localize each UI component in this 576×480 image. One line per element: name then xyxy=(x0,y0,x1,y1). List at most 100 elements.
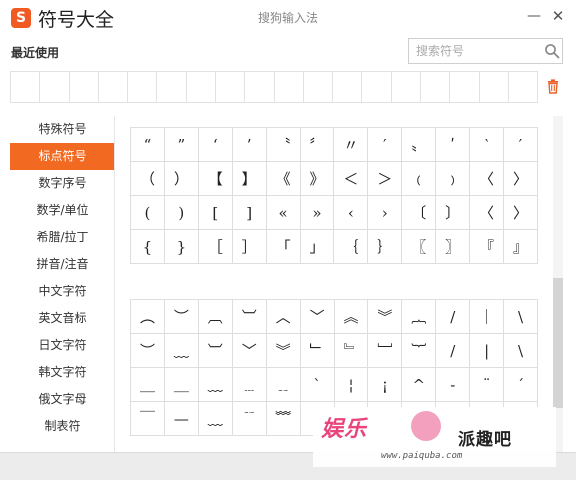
symbol-cell[interactable]: ︿ xyxy=(265,299,301,334)
symbol-cell[interactable]: ￣ xyxy=(130,401,165,436)
search-input[interactable] xyxy=(409,39,539,63)
symbol-cell[interactable]: ‹ xyxy=(333,195,369,230)
symbol-cell[interactable]: 〔 xyxy=(401,195,437,230)
symbol-cell[interactable]: ʹ xyxy=(435,127,471,162)
symbol-cell[interactable]: ＿ xyxy=(130,367,165,402)
symbol-cell[interactable]: ︽ xyxy=(333,299,369,334)
symbol-cell[interactable]: ＜ xyxy=(333,161,369,196)
recent-cell[interactable] xyxy=(333,72,363,102)
symbol-cell[interactable]: 》 xyxy=(299,161,335,196)
recent-cell[interactable] xyxy=(187,72,216,102)
symbol-cell[interactable]: 〟 xyxy=(401,127,437,162)
recent-cell[interactable] xyxy=(450,72,480,102)
search-icon[interactable] xyxy=(544,43,560,59)
symbol-cell[interactable]: ‘ xyxy=(197,127,233,162)
minimize-button[interactable]: — xyxy=(524,6,544,26)
symbol-cell[interactable]: — xyxy=(163,401,199,436)
symbol-cell[interactable]: （ xyxy=(130,161,165,196)
symbol-cell[interactable]: ︸ xyxy=(401,333,437,368)
symbol-cell[interactable]: ˋ xyxy=(299,367,335,402)
symbol-cell[interactable]: ′ xyxy=(367,127,403,162)
recent-cell[interactable] xyxy=(216,72,246,102)
symbol-cell[interactable]: 〈 xyxy=(469,195,504,230)
symbol-cell[interactable]: ﹎ xyxy=(265,367,301,402)
symbol-cell[interactable]: ” xyxy=(163,127,199,162)
symbol-cell[interactable]: 〃 xyxy=(333,127,369,162)
symbol-cell[interactable]: \ xyxy=(503,333,538,368)
symbol-cell[interactable]: 〉 xyxy=(502,161,538,196)
recent-cell[interactable] xyxy=(275,72,304,102)
symbol-cell[interactable]: / xyxy=(435,299,471,334)
sidebar-item[interactable]: 标点符号 xyxy=(10,143,115,170)
symbol-cell[interactable]: \ xyxy=(503,299,538,334)
symbol-cell[interactable]: 〈 xyxy=(469,161,504,196)
trash-icon[interactable] xyxy=(545,78,561,94)
symbol-cell[interactable]: 〝 xyxy=(265,127,301,162)
symbol-cell[interactable]: ｛ xyxy=(333,229,369,264)
symbol-cell[interactable]: [ xyxy=(197,195,233,230)
sidebar-item[interactable]: 数学/单位 xyxy=(10,197,115,224)
symbol-cell[interactable]: ¨ xyxy=(469,367,505,402)
symbol-cell[interactable]: ﹀ xyxy=(231,333,267,368)
symbol-cell[interactable]: ﹀ xyxy=(299,299,335,334)
recent-cell[interactable] xyxy=(128,72,158,102)
symbol-cell[interactable]: 〕 xyxy=(435,195,471,230)
recent-cell[interactable] xyxy=(245,72,275,102)
symbol-cell[interactable]: ] xyxy=(231,195,267,230)
symbol-cell[interactable]: ︷ xyxy=(401,299,437,334)
symbol-cell[interactable]: 」 xyxy=(299,229,335,264)
symbol-cell[interactable]: ﹊ xyxy=(231,401,267,436)
sidebar-item[interactable]: 俄文字母 xyxy=(10,386,115,413)
symbol-cell[interactable]: ﹂ xyxy=(299,333,335,368)
recent-cell[interactable] xyxy=(157,72,187,102)
symbol-cell[interactable]: ︺ xyxy=(231,299,267,334)
symbol-cell[interactable]: 』 xyxy=(502,229,538,264)
recent-cell[interactable] xyxy=(421,72,451,102)
symbol-cell[interactable]: ′ xyxy=(502,127,538,162)
recent-cell[interactable] xyxy=(509,72,537,102)
symbol-cell[interactable]: ¡ xyxy=(367,367,403,402)
close-button[interactable]: ✕ xyxy=(548,6,568,26)
sidebar-item[interactable]: 希腊/拉丁 xyxy=(10,224,115,251)
sidebar-item[interactable]: 韩文字符 xyxy=(10,359,115,386)
recent-cell[interactable] xyxy=(40,72,70,102)
symbol-cell[interactable]: | xyxy=(469,333,505,368)
recent-cell[interactable] xyxy=(99,72,129,102)
symbol-cell[interactable]: 〞 xyxy=(299,127,335,162)
symbol-cell[interactable]: » xyxy=(299,195,335,230)
sidebar-item[interactable]: 英文音标 xyxy=(10,305,115,332)
symbol-cell[interactable]: ^ xyxy=(401,367,437,402)
recent-cell[interactable] xyxy=(362,72,392,102)
symbol-cell[interactable]: ‵ xyxy=(469,127,504,162)
symbol-cell[interactable]: ｝ xyxy=(367,229,403,264)
symbol-cell[interactable]: / xyxy=(435,333,471,368)
symbol-cell[interactable]: 〖 xyxy=(401,229,437,264)
sidebar-item[interactable]: 中文字符 xyxy=(10,278,115,305)
symbol-cell[interactable]: ﹄ xyxy=(333,333,369,368)
symbol-cell[interactable]: 『 xyxy=(469,229,504,264)
recent-cell[interactable] xyxy=(11,72,41,102)
recent-cell[interactable] xyxy=(480,72,509,102)
symbol-cell[interactable]: - xyxy=(435,367,471,402)
symbol-cell[interactable]: 「 xyxy=(265,229,301,264)
symbol-cell[interactable]: ﹙ xyxy=(401,161,437,196)
symbol-cell[interactable]: “ xyxy=(130,127,165,162)
sidebar-item[interactable]: 特殊符号 xyxy=(10,116,115,143)
sidebar-item[interactable]: 日文字符 xyxy=(10,332,115,359)
symbol-cell[interactable]: ︶ xyxy=(163,299,199,334)
symbol-cell[interactable]: } xyxy=(163,229,199,264)
symbol-cell[interactable]: › xyxy=(367,195,403,230)
symbol-cell[interactable]: ’ xyxy=(231,127,267,162)
symbol-cell[interactable]: ︾ xyxy=(367,299,403,334)
symbol-cell[interactable]: ］ xyxy=(231,229,267,264)
symbol-cell[interactable]: 《 xyxy=(265,161,301,196)
symbol-cell[interactable]: ﹌ xyxy=(265,401,301,436)
symbol-cell[interactable]: ） xyxy=(163,161,199,196)
symbol-cell[interactable]: ﹍ xyxy=(231,367,267,402)
recent-cell[interactable] xyxy=(304,72,334,102)
symbol-cell[interactable]: ︶ xyxy=(130,333,165,368)
symbol-cell[interactable]: ︵ xyxy=(130,299,165,334)
search-box[interactable] xyxy=(408,38,563,64)
sidebar-item[interactable]: 制表符 xyxy=(10,413,115,440)
symbol-cell[interactable]: 】 xyxy=(231,161,267,196)
